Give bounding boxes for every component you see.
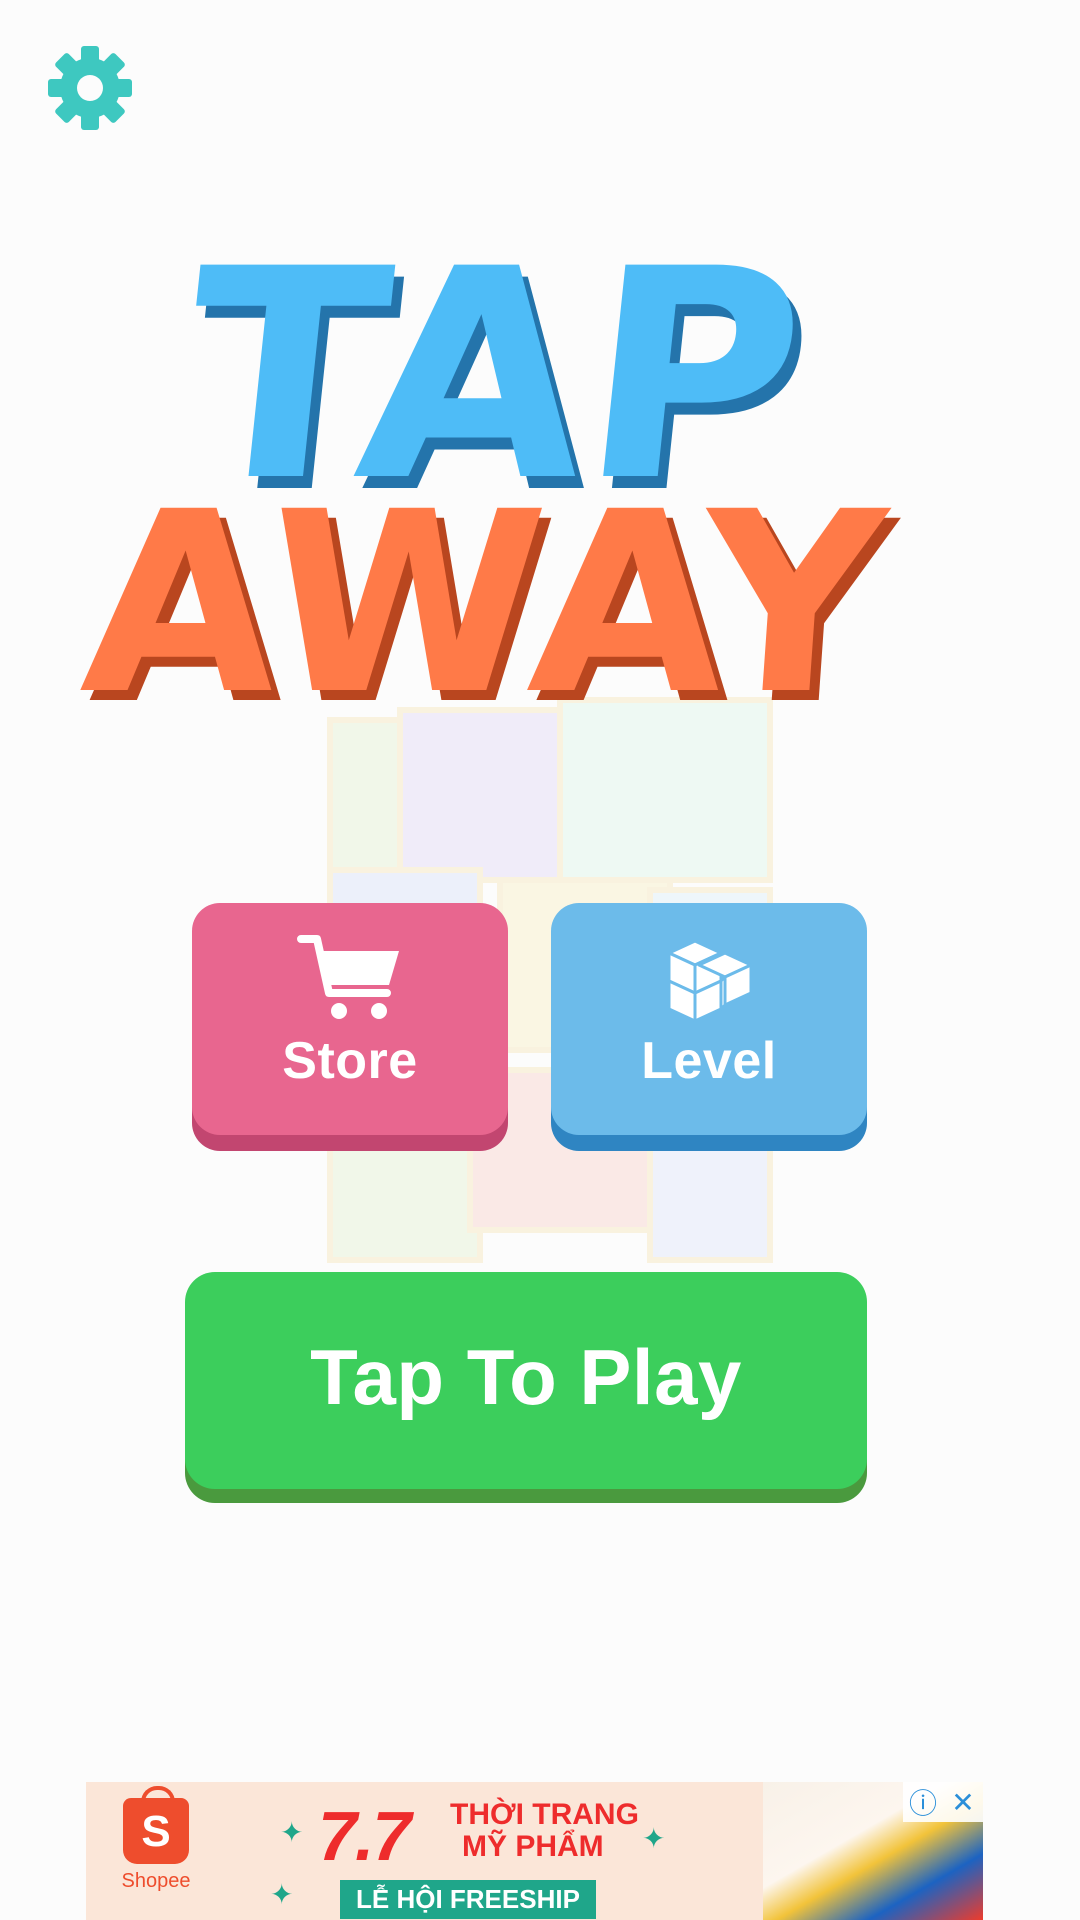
sparkle-icon: ✦ <box>642 1823 666 1854</box>
ad-close-icon[interactable]: ✕ <box>943 1782 983 1822</box>
shopee-bag-icon: S <box>123 1786 189 1864</box>
ad-promo-tag: LỄ HỘI FREESHIP <box>340 1880 596 1919</box>
sparkle-icon: ✦ <box>270 1879 294 1910</box>
cubes-icon <box>667 939 753 1023</box>
store-button[interactable]: Store <box>192 903 508 1135</box>
ad-promo-number: 7.7 <box>318 1797 411 1875</box>
sparkle-icon: ✦ <box>280 1817 304 1848</box>
game-logo: TAP TAP AWAY AWAY <box>75 200 905 760</box>
store-label: Store <box>282 1032 418 1090</box>
logo-line2: AWAY <box>75 459 895 750</box>
level-button[interactable]: Level <box>551 903 867 1135</box>
gear-icon <box>48 46 132 130</box>
tap-to-play-button[interactable]: Tap To Play <box>185 1272 867 1489</box>
ad-info-icon[interactable]: ⓘ <box>903 1782 943 1822</box>
settings-button[interactable] <box>40 38 140 138</box>
cart-icon <box>297 935 399 1019</box>
level-label: Level <box>641 1032 777 1090</box>
play-label: Tap To Play <box>310 1333 742 1421</box>
ad-promo-line1: THỜI TRANG <box>450 1798 639 1831</box>
ad-brand-name: Shopee <box>121 1870 191 1892</box>
ad-banner[interactable]: S Shopee ✦ ✦ ✦ 7.7 THỜI TRANG MỸ PHẨM LỄ… <box>86 1782 983 1920</box>
ad-controls: ⓘ ✕ <box>903 1782 983 1822</box>
ad-brand-logo: S Shopee <box>110 1786 202 1893</box>
ad-promo-line2: MỸ PHẨM <box>462 1830 604 1863</box>
